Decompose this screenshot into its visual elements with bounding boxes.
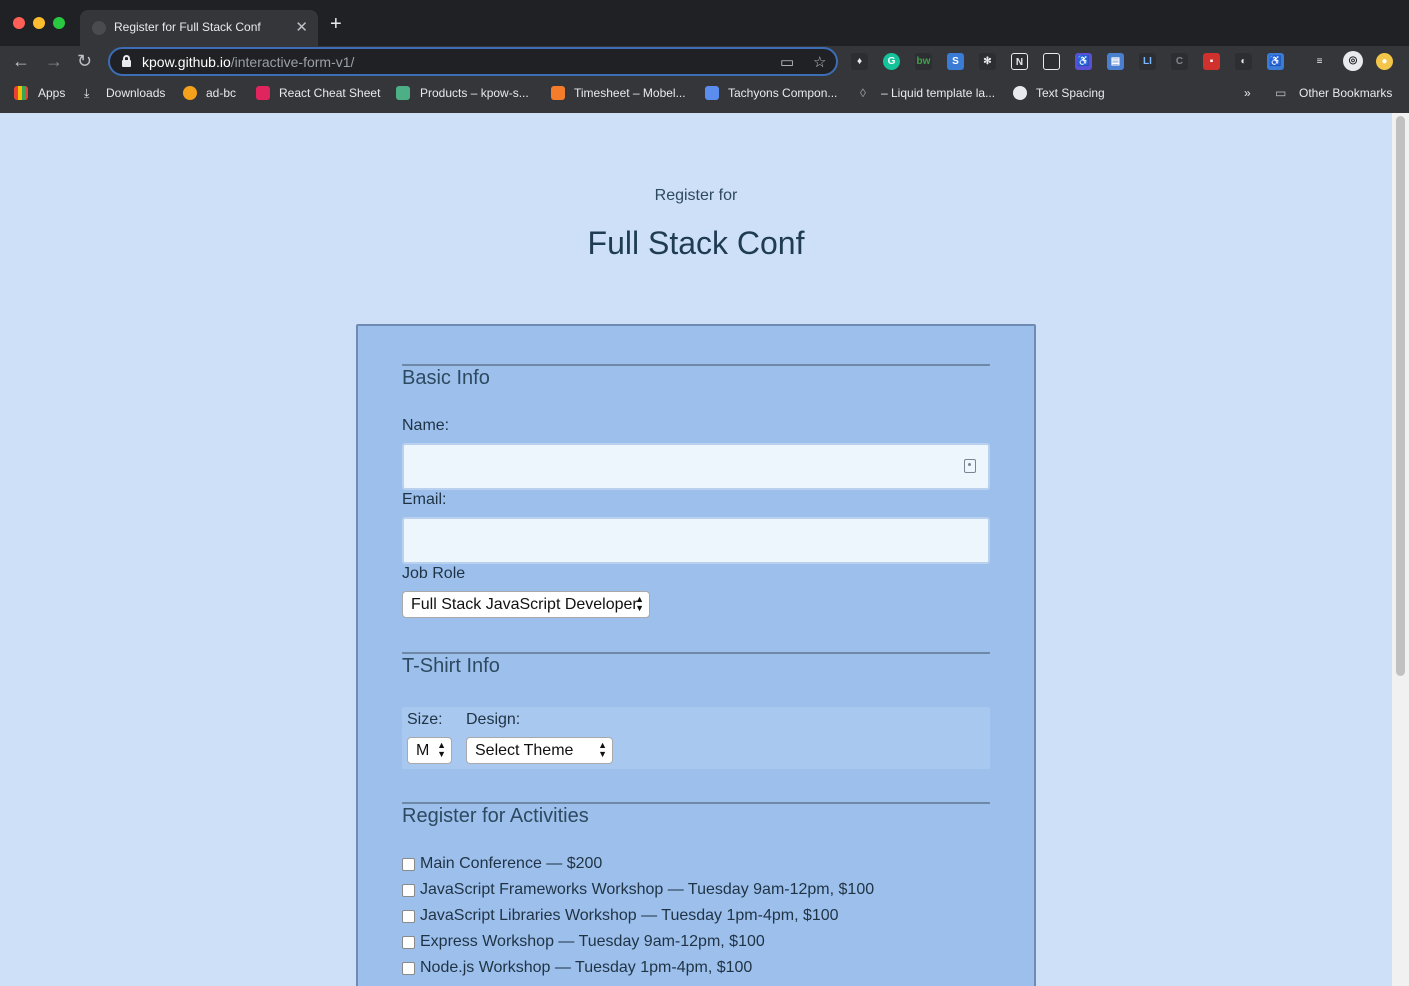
bookmark-liquid-template[interactable]: – Liquid template la...	[881, 86, 995, 100]
activity-label: JavaScript Libraries Workshop — Tuesday …	[420, 907, 839, 924]
reload-icon[interactable]: ↻	[77, 51, 92, 71]
autofill-contact-icon[interactable]	[964, 459, 976, 473]
forward-arrow-icon[interactable]: →	[45, 51, 63, 71]
bookmark-downloads[interactable]: Downloads	[106, 86, 165, 100]
bookmark-tachyons[interactable]: Tachyons Compon...	[728, 86, 837, 100]
bookmark-react-cheat-sheet[interactable]: React Cheat Sheet	[279, 86, 380, 100]
bookmark-apps[interactable]: Apps	[38, 86, 65, 100]
active-tab[interactable]: Register for Full Stack Conf ✕	[80, 10, 318, 46]
activity-checkbox[interactable]	[402, 962, 415, 975]
back-arrow-icon[interactable]: ←	[12, 51, 30, 71]
basic-info-title: Basic Info	[402, 367, 490, 389]
extension-grammarly-icon[interactable]: G	[883, 53, 900, 70]
registration-form: Basic Info Name: Email: Job Role Full St…	[356, 324, 1036, 986]
size-label: Size:	[407, 711, 443, 728]
page-title: Full Stack Conf	[587, 225, 805, 261]
extension-a11y-icon[interactable]: ♿	[1267, 53, 1284, 70]
url-path: /interactive-form-v1/	[230, 54, 355, 70]
name-label: Name:	[402, 417, 450, 434]
select-arrows-icon: ▲ ▼	[635, 594, 644, 613]
scrollbar-thumb[interactable]	[1396, 116, 1405, 676]
job-role-selected: Full Stack JavaScript Developer	[411, 596, 638, 613]
tab-strip: Register for Full Stack Conf ✕ +	[0, 0, 1409, 46]
design-label: Design:	[466, 711, 521, 728]
bookmark-timesheet[interactable]: Timesheet – Mobel...	[574, 86, 686, 100]
job-role-label: Job Role	[402, 565, 466, 582]
globe-icon	[92, 21, 106, 35]
timesheet-icon	[551, 86, 565, 100]
liquid-drop-icon: ◊	[860, 86, 866, 100]
bookmark-products[interactable]: Products – kpow-s...	[420, 86, 529, 100]
page-subtitle: Register for	[654, 187, 738, 204]
bookmarks-bar: Apps ⤓ Downloads ad-bc React Cheat Sheet…	[0, 82, 1409, 106]
bookmark-text-spacing[interactable]: Text Spacing	[1036, 86, 1105, 100]
activity-label: Main Conference — $200	[420, 855, 603, 872]
extension-li-icon[interactable]: LI	[1139, 53, 1156, 70]
extension-notion-icon[interactable]: N	[1011, 53, 1028, 70]
size-select[interactable]: M ▲ ▼	[407, 737, 452, 764]
page-scrollbar[interactable]	[1392, 113, 1409, 986]
url-host: kpow.github.io	[142, 54, 231, 70]
activity-checkbox[interactable]	[402, 884, 415, 897]
extension-css-icon[interactable]: C	[1171, 53, 1188, 70]
tshirt-info-title: T-Shirt Info	[402, 655, 500, 677]
section-divider	[402, 652, 990, 654]
page-content: Register for Full Stack Conf Basic Info …	[0, 113, 1392, 986]
url-text: kpow.github.io/interactive-form-v1/	[142, 54, 354, 70]
activity-label: JavaScript Frameworks Workshop — Tuesday…	[420, 881, 875, 898]
folder-icon: ▭	[1275, 86, 1287, 100]
extension-save-icon[interactable]: ▤	[1107, 53, 1124, 70]
design-select[interactable]: Select Theme ▲ ▼	[466, 737, 613, 764]
lock-icon[interactable]	[122, 55, 131, 67]
bookmarks-overflow-button[interactable]: »	[1244, 86, 1251, 100]
activity-label: Express Workshop — Tuesday 9am-12pm, $10…	[420, 933, 765, 950]
bookmark-ad-bc[interactable]: ad-bc	[206, 86, 236, 100]
job-role-select[interactable]: Full Stack JavaScript Developer ▲ ▼	[402, 591, 650, 618]
bookmark-other-bookmarks[interactable]: Other Bookmarks	[1299, 86, 1392, 100]
browser-chrome: Register for Full Stack Conf ✕ + ← → ↻ k…	[0, 0, 1409, 113]
activity-checkbox[interactable]	[402, 858, 415, 871]
design-selected: Select Theme	[475, 742, 574, 759]
globe-icon	[1013, 86, 1027, 100]
download-icon: ⤓	[84, 86, 90, 100]
tachyons-icon	[705, 86, 719, 100]
activities-title: Register for Activities	[402, 805, 589, 827]
extension-bw-icon[interactable]: bw	[915, 53, 932, 70]
activity-checkbox[interactable]	[402, 910, 415, 923]
new-tab-button[interactable]: +	[330, 14, 342, 34]
size-selected: M	[416, 742, 430, 759]
activity-checkbox[interactable]	[402, 936, 415, 949]
minimize-window-button[interactable]	[33, 17, 45, 29]
close-window-button[interactable]	[13, 17, 25, 29]
name-input[interactable]	[402, 443, 990, 490]
ad-bc-icon	[183, 86, 197, 100]
apps-grid-icon	[14, 86, 28, 100]
profile-avatar[interactable]: ◎	[1343, 51, 1363, 71]
react-icon	[256, 86, 270, 100]
extension-accessibility-icon[interactable]: ♿	[1075, 53, 1092, 70]
email-input[interactable]	[402, 517, 990, 564]
select-arrows-icon: ▲ ▼	[437, 740, 446, 759]
extension-react-icon[interactable]: ✻	[979, 53, 996, 70]
tab-title: Register for Full Stack Conf	[114, 20, 261, 34]
extension-pip-icon[interactable]	[1043, 53, 1060, 70]
extension-yellow-icon[interactable]: ●	[1376, 53, 1393, 70]
activity-label: Node.js Workshop — Tuesday 1pm-4pm, $100	[420, 959, 753, 976]
star-bookmark-icon[interactable]: ☆	[813, 53, 826, 71]
section-divider	[402, 364, 990, 366]
extension-gem-icon[interactable]: ♦	[851, 53, 868, 70]
extension-contrast-icon[interactable]: ◐	[1235, 53, 1252, 70]
cast-icon[interactable]: ▭	[780, 53, 794, 71]
products-icon	[396, 86, 410, 100]
section-divider	[402, 802, 990, 804]
extension-s-icon[interactable]: S	[947, 53, 964, 70]
select-arrows-icon: ▲ ▼	[598, 740, 607, 759]
tshirt-options: Size: Design: M ▲ ▼ Select Theme ▲ ▼	[402, 707, 990, 769]
maximize-window-button[interactable]	[53, 17, 65, 29]
email-label: Email:	[402, 491, 447, 508]
extension-red-icon[interactable]: ▪	[1203, 53, 1220, 70]
media-queue-icon[interactable]: ≡	[1311, 53, 1328, 70]
address-bar[interactable]: kpow.github.io/interactive-form-v1/ ▭ ☆	[108, 47, 838, 76]
close-tab-icon[interactable]: ✕	[295, 18, 308, 36]
